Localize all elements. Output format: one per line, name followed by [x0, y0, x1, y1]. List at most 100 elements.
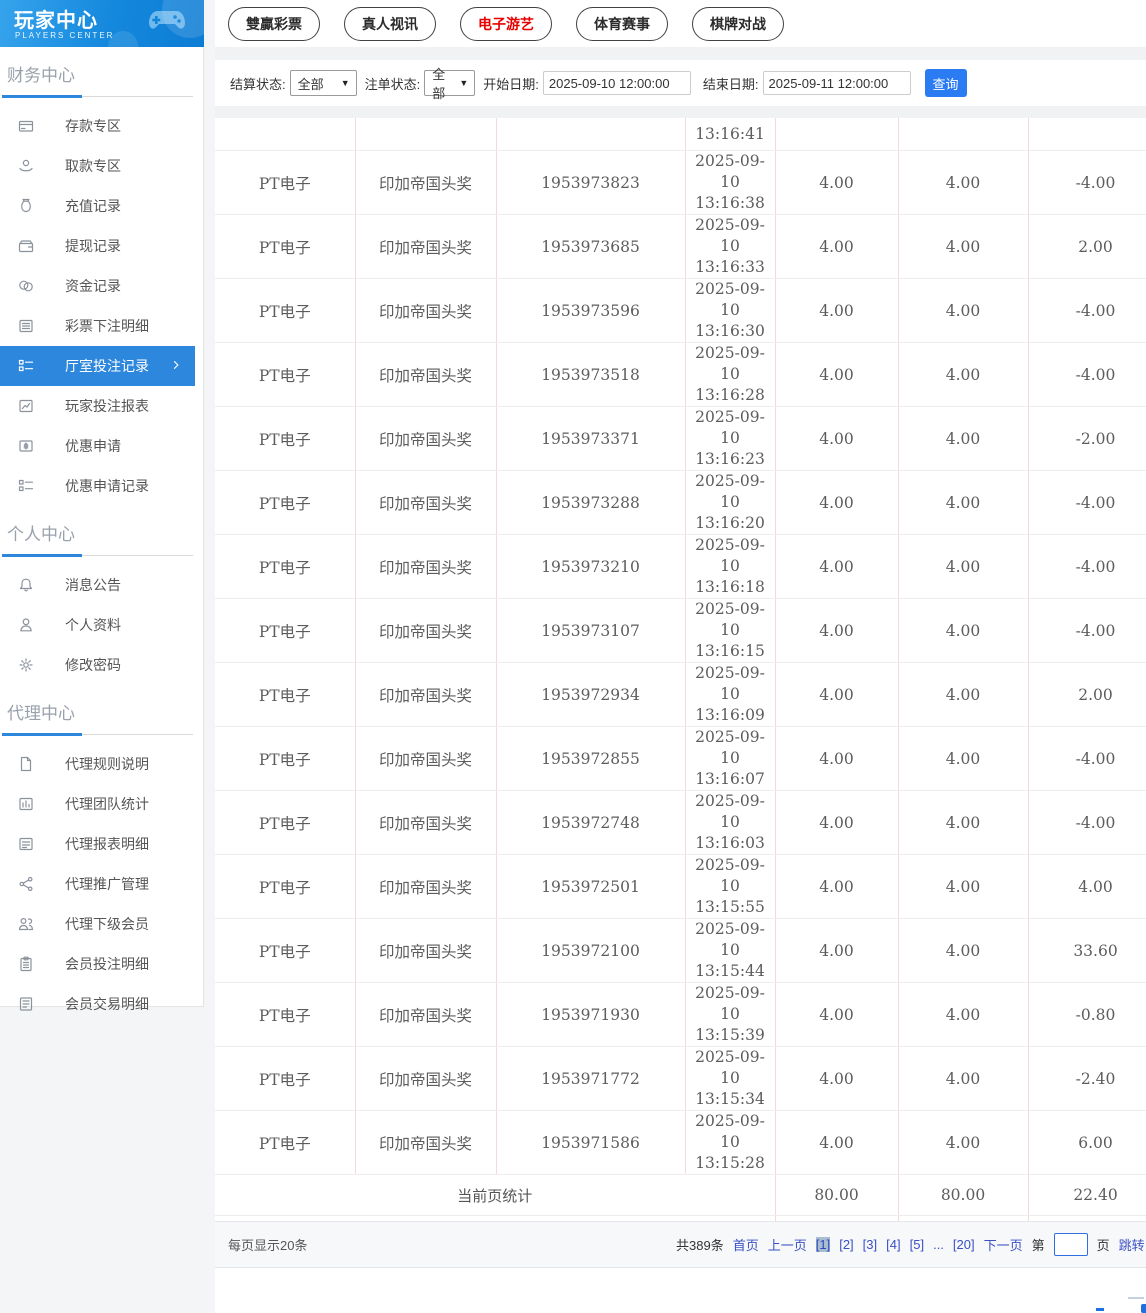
bet-no-cell: 1953973823: [496, 150, 686, 215]
sidebar-item-资金记录[interactable]: 资金记录: [0, 266, 203, 306]
table-row: PT电子 印加帝国头奖 1953973107 2025-09-10 13:16:15 4.…: [215, 598, 1146, 663]
time-cell: 2025-09-10 13:15:44: [685, 918, 776, 983]
time-cell: 2025-09-10 13:15:28: [685, 1110, 776, 1175]
first-page-link[interactable]: 首页: [733, 1235, 759, 1254]
section-gap: [215, 47, 1146, 60]
platform-cell: PT电子: [215, 854, 356, 919]
sidebar-section-title: 个人中心: [7, 525, 75, 544]
sidebar-item-厅室投注记录[interactable]: 厅室投注记录: [0, 346, 195, 386]
game-cell: 印加帝国头奖: [355, 342, 497, 407]
amount-cell: 4.00: [775, 982, 899, 1047]
amount-cell: 4.00: [775, 214, 899, 279]
jump-page-input[interactable]: [1053, 1233, 1088, 1256]
time-cell: 13:16:41: [685, 118, 776, 151]
sidebar-item-玩家投注报表[interactable]: 玩家投注报表: [0, 386, 203, 426]
sidebar-item-代理下级会员[interactable]: 代理下级会员: [0, 904, 203, 944]
sidebar-item-优惠申请[interactable]: 优惠申请: [0, 426, 203, 466]
tab-真人视讯[interactable]: 真人视讯: [344, 6, 436, 41]
game-cell: 印加帝国头奖: [355, 982, 497, 1047]
sidebar-item-会员投注明细[interactable]: 会员投注明细: [0, 944, 203, 984]
valid-amount-cell: [898, 118, 1029, 151]
game-cell: 印加帝国头奖: [355, 278, 497, 343]
sidebar-item-代理团队统计[interactable]: 代理团队统计: [0, 784, 203, 824]
tab-棋牌对战[interactable]: 棋牌对战: [692, 6, 784, 41]
end-date-label: 结束日期:: [702, 76, 759, 92]
sidebar-item-取款专区[interactable]: 取款专区: [0, 146, 203, 186]
tab-电子游艺[interactable]: 电子游艺: [460, 6, 552, 41]
sidebar-item-会员交易明细[interactable]: 会员交易明细: [0, 984, 203, 1024]
sidebar-item-代理推广管理[interactable]: 代理推广管理: [0, 864, 203, 904]
platform-cell: PT电子: [215, 534, 356, 599]
page-link-20[interactable]: [20]: [953, 1237, 975, 1252]
page-link-3[interactable]: [3]: [863, 1237, 877, 1252]
sidebar-item-代理规则说明[interactable]: 代理规则说明: [0, 744, 203, 784]
order-status-select[interactable]: 全部 ▼: [424, 67, 476, 101]
table-row: PT电子 印加帝国头奖 1953972100 2025-09-10 13:15:44 4.…: [215, 918, 1146, 983]
sidebar-item-存款专区[interactable]: 存款专区: [0, 106, 203, 146]
platform-cell: PT电子: [215, 342, 356, 407]
settle-status-select[interactable]: 全部 ▼: [289, 70, 357, 96]
bell-icon: [18, 577, 34, 593]
sidebar-item-label: 玩家投注报表: [65, 398, 149, 414]
page-link-5[interactable]: [5]: [910, 1237, 924, 1252]
jump-button[interactable]: 跳转: [1119, 1235, 1145, 1254]
tab-体育赛事[interactable]: 体育赛事: [576, 6, 668, 41]
amount-cell: 4.00: [775, 278, 899, 343]
sidebar-item-充值记录[interactable]: 充值记录: [0, 186, 203, 226]
platform-cell: PT电子: [215, 726, 356, 791]
valid-amount-cell: 4.00: [898, 982, 1029, 1047]
valid-amount-cell: 4.00: [898, 406, 1029, 471]
sidebar-item-提现记录[interactable]: 提现记录: [0, 226, 203, 266]
platform-cell: PT电子: [215, 790, 356, 855]
valid-amount-cell: 4.00: [898, 726, 1029, 791]
sidebar-item-修改密码[interactable]: 修改密码: [0, 645, 203, 685]
valid-amount-cell: 4.00: [898, 342, 1029, 407]
sidebar-item-优惠申请记录[interactable]: 优惠申请记录: [0, 466, 203, 506]
time-cell: 2025-09-10 13:16:07: [685, 726, 776, 791]
page-ellipsis: ...: [933, 1237, 944, 1252]
settle-status-label: 结算状态:: [230, 76, 286, 92]
table-row: PT电子 印加帝国头奖 1953973596 2025-09-10 13:16:30 4.…: [215, 278, 1146, 343]
search-button[interactable]: 查询: [924, 69, 967, 97]
report-icon: [18, 836, 34, 852]
bet-no-cell: 1953973107: [496, 598, 686, 663]
settle-status-value: 全部: [297, 76, 324, 92]
sidebar-item-label: 代理推广管理: [65, 876, 149, 892]
table-row: PT电子 印加帝国头奖 1953973371 2025-09-10 13:16:23 4.…: [215, 406, 1146, 471]
table-row: PT电子 印加帝国头奖 1953972934 2025-09-10 13:16:09 4.…: [215, 662, 1146, 727]
win-loss-cell: -4.00: [1028, 150, 1146, 215]
page-link-4[interactable]: [4]: [886, 1237, 900, 1252]
bet-no-cell: 1953972748: [496, 790, 686, 855]
game-cell: 印加帝国头奖: [355, 470, 497, 535]
sidebar-item-消息公告[interactable]: 消息公告: [0, 565, 203, 605]
platform-cell: PT电子: [215, 918, 356, 983]
win-loss-cell: 2.00: [1028, 662, 1146, 727]
pager: 共389条 首页 上一页 [1] [2] [3] [4] [5]... [20] 下一页 …: [676, 1222, 1145, 1267]
sidebar-item-个人资料[interactable]: 个人资料: [0, 605, 203, 645]
sidebar-item-label: 个人资料: [65, 617, 121, 633]
bet-no-cell: 1953973518: [496, 342, 686, 407]
table-row-clipped: 13:16:41: [215, 118, 1146, 151]
sidebar-item-label: 存款专区: [65, 118, 121, 134]
page-link-1[interactable]: [1]: [815, 1237, 831, 1252]
valid-amount-cell: 4.00: [898, 790, 1029, 855]
next-page-link[interactable]: 下一页: [984, 1235, 1023, 1254]
list-icon: [18, 318, 34, 334]
platform-cell: PT电子: [215, 1110, 356, 1175]
platform-cell: PT电子: [215, 150, 356, 215]
sidebar-item-彩票下注明细[interactable]: 彩票下注明细: [0, 306, 203, 346]
game-cell: 印加帝国头奖: [355, 662, 497, 727]
platform-cell: PT电子: [215, 470, 356, 535]
page-link-2[interactable]: [2]: [839, 1237, 853, 1252]
tab-雙贏彩票[interactable]: 雙贏彩票: [228, 6, 320, 41]
table-row: PT电子 印加帝国头奖 1953972748 2025-09-10 13:16:03 4.…: [215, 790, 1146, 855]
game-cell: 印加帝国头奖: [355, 854, 497, 919]
prev-page-link[interactable]: 上一页: [768, 1235, 807, 1254]
sidebar-item-label: 优惠申请记录: [65, 478, 149, 494]
end-date-input[interactable]: [762, 71, 911, 95]
section-underline: [2, 554, 193, 557]
share-icon: [18, 876, 34, 892]
platform-cell: PT电子: [215, 982, 356, 1047]
start-date-input[interactable]: [542, 71, 691, 95]
sidebar-item-代理报表明细[interactable]: 代理报表明细: [0, 824, 203, 864]
